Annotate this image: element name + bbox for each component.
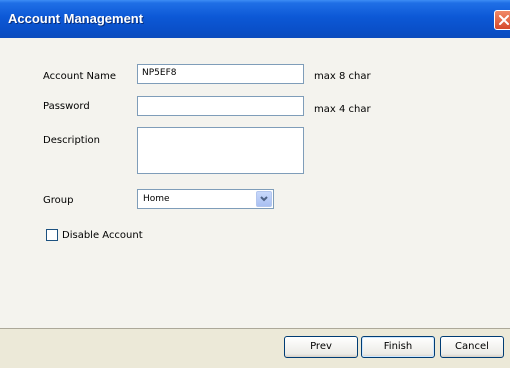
group-dropdown-button[interactable] (256, 191, 272, 207)
window-title: Account Management (8, 11, 144, 26)
description-label: Description (43, 135, 100, 146)
account-name-label: Account Name (43, 71, 117, 82)
account-name-hint: max 8 char (314, 71, 371, 82)
password-field[interactable] (137, 96, 304, 116)
description-field[interactable] (137, 127, 304, 174)
chevron-down-icon (260, 196, 268, 202)
group-select[interactable]: Home (137, 189, 274, 209)
disable-account-checkbox[interactable] (46, 229, 58, 241)
disable-account-label: Disable Account (62, 230, 143, 241)
group-select-value: Home (143, 194, 170, 204)
close-icon (499, 15, 509, 25)
title-bar[interactable]: Account Management (0, 0, 510, 38)
password-hint: max 4 char (314, 104, 371, 115)
close-button[interactable] (494, 10, 510, 30)
group-label: Group (43, 195, 74, 206)
form-panel: Account Name NP5EF8 max 8 char Password … (0, 38, 510, 328)
prev-button[interactable]: Prev (284, 336, 358, 358)
password-label: Password (43, 101, 90, 112)
account-name-field[interactable]: NP5EF8 (137, 64, 304, 84)
cancel-button[interactable]: Cancel (440, 336, 504, 358)
finish-button[interactable]: Finish (361, 336, 435, 358)
account-management-window: Account Management Account Name NP5EF8 m… (0, 0, 510, 368)
